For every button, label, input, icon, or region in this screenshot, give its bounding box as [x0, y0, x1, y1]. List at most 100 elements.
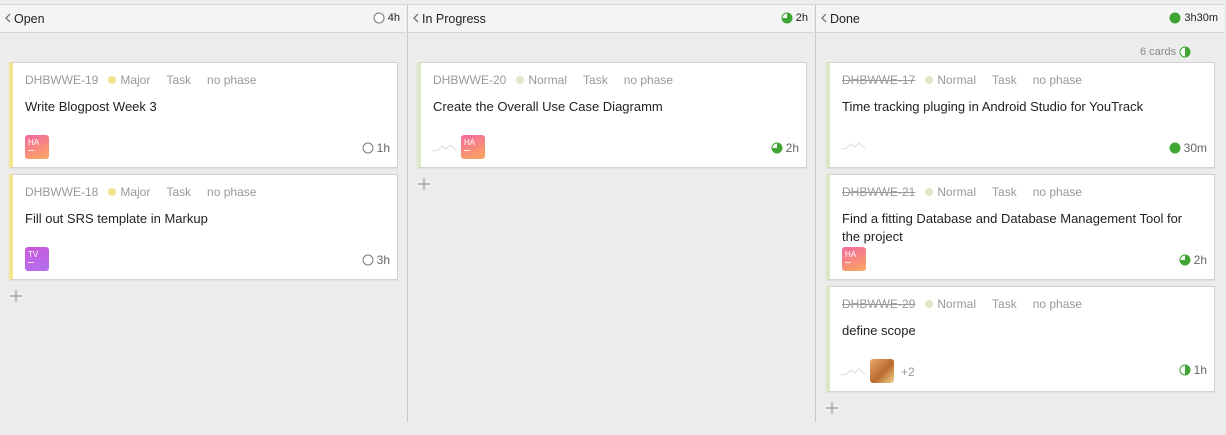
- progress-empty-icon: [362, 254, 374, 266]
- issue-phase[interactable]: no phase: [1033, 185, 1082, 199]
- card-meta: DHBWWE-29 Normal Task no phase: [842, 297, 1082, 311]
- estimate[interactable]: 1h: [362, 141, 390, 155]
- issue-title[interactable]: define scope: [842, 322, 1202, 340]
- avatar-initials: HA: [845, 250, 857, 259]
- column-divider: [407, 4, 408, 422]
- issue-title[interactable]: Create the Overall Use Case Diagramm: [433, 98, 794, 116]
- issue-type[interactable]: Task: [992, 73, 1017, 87]
- estimate-label: 1h: [376, 141, 390, 155]
- column-estimate-total: 2h: [781, 12, 808, 24]
- issue-type[interactable]: Task: [166, 185, 191, 199]
- issue-phase[interactable]: no phase: [207, 73, 256, 87]
- progress-half-icon: [1179, 46, 1191, 58]
- column-title: Done: [830, 12, 860, 26]
- estimate[interactable]: 2h: [771, 141, 799, 155]
- issue-card[interactable]: DHBWWE-29 Normal Task no phase define sc…: [826, 286, 1215, 392]
- issue-card[interactable]: DHBWWE-19 Major Task no phase Write Blog…: [9, 62, 398, 168]
- issue-type[interactable]: Task: [992, 297, 1017, 311]
- chevron-left-icon[interactable]: [4, 11, 12, 25]
- issue-id[interactable]: DHBWWE-18: [25, 185, 98, 199]
- chevron-left-icon[interactable]: [412, 11, 420, 25]
- assignee-avatar[interactable]: TV: [25, 247, 49, 271]
- estimate-label: 1h: [1193, 363, 1207, 377]
- progress-empty-icon: [362, 142, 374, 154]
- column-total-label: 4h: [387, 12, 400, 24]
- assignee-photo-avatar[interactable]: [870, 359, 894, 383]
- sparkline-icon: [431, 144, 457, 152]
- progress-three-quarter-icon: [771, 142, 783, 154]
- column-total-label: 3h30m: [1184, 12, 1218, 24]
- issue-title[interactable]: Find a fitting Database and Database Man…: [842, 210, 1202, 246]
- issue-phase[interactable]: no phase: [1033, 73, 1082, 87]
- issue-card[interactable]: DHBWWE-20 Normal Task no phase Create th…: [417, 62, 807, 168]
- assignee-avatar[interactable]: HA: [461, 135, 485, 159]
- issue-card[interactable]: DHBWWE-21 Normal Task no phase Find a fi…: [826, 174, 1215, 280]
- priority-dot-icon: [108, 76, 117, 84]
- column-header-in-progress: In Progress 2h: [408, 4, 814, 33]
- add-card-plus-icon[interactable]: [417, 177, 431, 191]
- estimate[interactable]: 2h: [1179, 253, 1207, 267]
- estimate-label: 2h: [1193, 253, 1207, 267]
- issue-card[interactable]: DHBWWE-18 Major Task no phase Fill out S…: [9, 174, 398, 280]
- issue-type[interactable]: Task: [583, 73, 608, 87]
- issue-phase[interactable]: no phase: [207, 185, 256, 199]
- progress-three-quarter-icon: [1179, 254, 1191, 266]
- card-meta: DHBWWE-20 Normal Task no phase: [433, 73, 673, 87]
- column-title: In Progress: [422, 12, 486, 26]
- issue-title[interactable]: Fill out SRS template in Markup: [25, 210, 385, 228]
- progress-three-quarter-icon: [781, 12, 793, 24]
- issue-priority[interactable]: Major: [120, 73, 150, 87]
- issue-type[interactable]: Task: [166, 73, 191, 87]
- issue-id[interactable]: DHBWWE-20: [433, 73, 506, 87]
- assignee-avatar[interactable]: HA: [842, 247, 866, 271]
- issue-priority[interactable]: Normal: [937, 297, 976, 311]
- cards-count: 6 cards: [1140, 46, 1191, 58]
- column-divider: [815, 4, 816, 422]
- priority-dot-icon: [516, 76, 525, 84]
- issue-priority[interactable]: Major: [120, 185, 150, 199]
- avatar-initials: HA: [28, 138, 40, 147]
- estimate[interactable]: 3h: [362, 253, 390, 267]
- column-header-done: Done 3h30m: [816, 4, 1224, 33]
- add-card-plus-icon[interactable]: [9, 289, 23, 303]
- chevron-left-icon[interactable]: [820, 11, 828, 25]
- issue-id[interactable]: DHBWWE-29: [842, 297, 915, 311]
- card-meta: DHBWWE-21 Normal Task no phase: [842, 185, 1082, 199]
- issue-title[interactable]: Write Blogpost Week 3: [25, 98, 385, 116]
- issue-phase[interactable]: no phase: [624, 73, 673, 87]
- add-card-plus-icon[interactable]: [825, 401, 839, 415]
- issue-title[interactable]: Time tracking pluging in Android Studio …: [842, 98, 1202, 116]
- estimate-label: 30m: [1183, 141, 1207, 155]
- progress-full-icon: [1169, 12, 1181, 24]
- priority-dot-icon: [925, 76, 934, 84]
- issue-priority[interactable]: Normal: [937, 73, 976, 87]
- priority-dot-icon: [925, 188, 934, 196]
- sparkline-icon: [840, 368, 866, 376]
- estimate[interactable]: 30m: [1169, 141, 1207, 155]
- cards-count-label: 6 cards: [1140, 46, 1177, 58]
- issue-id[interactable]: DHBWWE-19: [25, 73, 98, 87]
- avatar-initials: TV: [28, 250, 39, 259]
- column-title: Open: [14, 12, 45, 26]
- progress-empty-icon: [373, 12, 385, 24]
- issue-priority[interactable]: Normal: [937, 185, 976, 199]
- column-estimate-total: 4h: [373, 12, 400, 24]
- issue-priority[interactable]: Normal: [528, 73, 567, 87]
- extra-assignees-count[interactable]: +2: [901, 365, 915, 379]
- card-meta: DHBWWE-18 Major Task no phase: [25, 185, 256, 199]
- column-total-label: 2h: [795, 12, 808, 24]
- issue-id[interactable]: DHBWWE-17: [842, 73, 915, 87]
- issue-id[interactable]: DHBWWE-21: [842, 185, 915, 199]
- estimate-label: 3h: [376, 253, 390, 267]
- avatar-initials: HA: [464, 138, 476, 147]
- card-meta: DHBWWE-17 Normal Task no phase: [842, 73, 1082, 87]
- column-header-open: Open 4h: [0, 4, 406, 33]
- card-meta: DHBWWE-19 Major Task no phase: [25, 73, 256, 87]
- issue-type[interactable]: Task: [992, 185, 1017, 199]
- issue-card[interactable]: DHBWWE-17 Normal Task no phase Time trac…: [826, 62, 1215, 168]
- assignee-avatar[interactable]: HA: [25, 135, 49, 159]
- priority-dot-icon: [925, 300, 934, 308]
- issue-phase[interactable]: no phase: [1033, 297, 1082, 311]
- priority-dot-icon: [108, 188, 117, 196]
- estimate[interactable]: 1h: [1179, 363, 1207, 377]
